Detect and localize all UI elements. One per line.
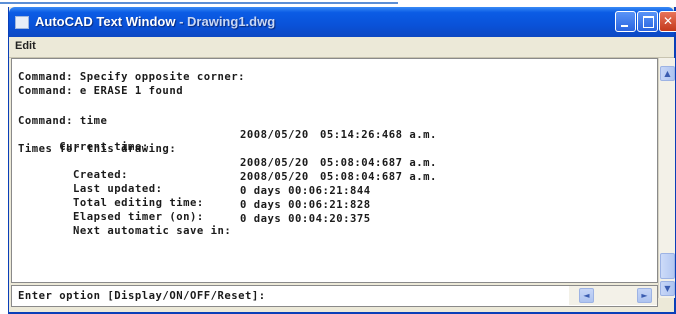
scroll-down-icon[interactable]: ▼ bbox=[660, 281, 675, 296]
scroll-up-icon[interactable]: ▲ bbox=[660, 66, 675, 81]
scroll-left-icon[interactable]: ◄ bbox=[579, 288, 594, 303]
close-button[interactable]: ✕ bbox=[659, 11, 676, 32]
window-title-file: - Drawing1.dwg bbox=[179, 14, 276, 29]
window-title-app: AutoCAD Text Window bbox=[35, 14, 176, 29]
vertical-scrollbar[interactable]: ▲ ▼ bbox=[658, 58, 675, 298]
history-time: 05:08:04:687 a.m. bbox=[320, 171, 437, 183]
history-value: 0 days 00:04:20:375 bbox=[240, 213, 371, 225]
history-date: 2008/05/20 bbox=[240, 157, 309, 169]
horizontal-scrollbar[interactable]: ◄ ► bbox=[569, 286, 657, 305]
autocad-icon[interactable] bbox=[15, 16, 29, 29]
history-value: 0 days 00:06:21:844 bbox=[240, 185, 371, 197]
menu-item-edit[interactable]: Edit bbox=[15, 40, 36, 52]
command-prompt: Enter option [Display/ON/OFF/Reset]: bbox=[18, 290, 266, 302]
history-date: 2008/05/20 bbox=[240, 129, 309, 141]
command-history[interactable]: Command: Specify opposite corner: Comman… bbox=[11, 58, 658, 283]
vertical-scroll-thumb[interactable] bbox=[660, 253, 675, 279]
minimize-icon bbox=[621, 25, 628, 27]
history-line: Last updated: 2008/05/20 05:08:04:687 a.… bbox=[18, 171, 436, 195]
maximize-icon bbox=[643, 16, 654, 28]
history-line: Elapsed timer (on): 0 days 00:06:21:828 bbox=[18, 199, 370, 223]
window-title: AutoCAD Text Window - Drawing1.dwg bbox=[35, 14, 275, 29]
top-divider-line bbox=[0, 2, 398, 4]
history-label: Next automatic save in: bbox=[59, 225, 232, 237]
history-line: Total editing time: 0 days 00:06:21:844 bbox=[18, 185, 370, 209]
history-time: 05:08:04:687 a.m. bbox=[320, 157, 437, 169]
title-bar[interactable]: AutoCAD Text Window - Drawing1.dwg ✕ bbox=[9, 7, 676, 37]
scroll-right-icon[interactable]: ► bbox=[637, 288, 652, 303]
command-line[interactable]: Enter option [Display/ON/OFF/Reset]: bbox=[11, 285, 658, 307]
autocad-text-window: AutoCAD Text Window - Drawing1.dwg ✕ Edi… bbox=[8, 7, 676, 314]
history-line: Times for this drawing: bbox=[18, 143, 177, 155]
minimize-button[interactable] bbox=[615, 11, 636, 32]
history-time: 05:14:26:468 a.m. bbox=[320, 129, 437, 141]
maximize-button[interactable] bbox=[637, 11, 658, 32]
history-value: 0 days 00:06:21:828 bbox=[240, 199, 371, 211]
history-line: Created: 2008/05/20 05:08:04:687 a.m. bbox=[18, 157, 436, 181]
history-line: Command: Specify opposite corner: bbox=[18, 71, 245, 83]
history-date: 2008/05/20 bbox=[240, 171, 309, 183]
history-line: Command: time bbox=[18, 115, 108, 127]
close-icon: ✕ bbox=[662, 14, 674, 28]
menu-bar: Edit bbox=[9, 37, 674, 58]
history-line: Next automatic save in: 0 days 00:04:20:… bbox=[18, 213, 370, 237]
history-line: Current time: 2008/05/20 05:14:26:468 a.… bbox=[18, 129, 436, 153]
history-line: Command: e ERASE 1 found bbox=[18, 85, 184, 97]
